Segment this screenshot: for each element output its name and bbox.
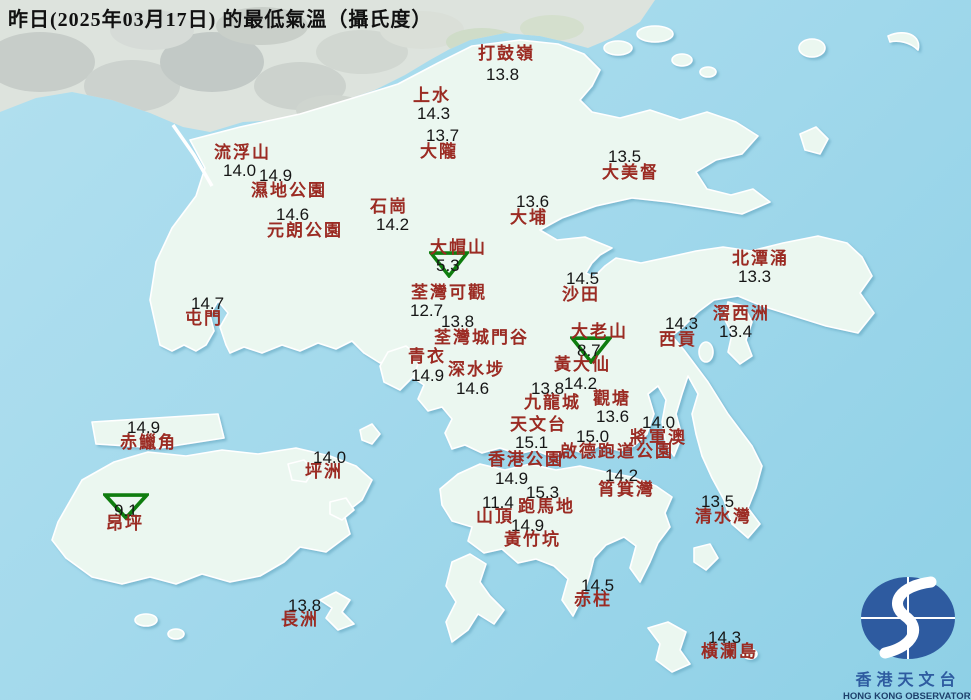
station-name: 滘西洲 [713,304,770,323]
islet [134,613,158,627]
page-title: 昨日(2025年03月17日) 的最低氣溫（攝氏度） [8,9,433,31]
station-name: 筲箕灣 [598,480,655,499]
station-value: 14.9 [495,469,529,488]
sharp-island [698,341,714,363]
station-name: 深水埗 [448,360,505,379]
islet [699,66,717,78]
station-name: 石崗 [370,197,408,216]
tung-lung-island [693,543,719,571]
station-name: 觀塘 [593,389,631,408]
station-name: 山頂 [476,507,514,526]
station-name: 天文台 [510,415,567,434]
station-name: 清水灣 [695,507,752,526]
station-value: 14.2 [376,215,410,234]
po-toi-island [647,621,691,673]
station-name: 黃大仙 [554,355,611,374]
min-temp-map: 昨日(2025年03月17日) 的最低氣溫（攝氏度） 13.8 打鼓嶺 14.3 上水… [0,0,971,700]
islet [636,25,674,43]
station-name: 元朗公園 [267,221,343,240]
grass-island [798,38,826,58]
hko-logo-name-en: HONG KONG OBSERVATORY [843,691,971,700]
station-value: 14.0 [223,161,257,180]
station-name: 啟德跑道公園 [560,442,674,461]
lamma-island [445,553,505,643]
station-name: 北潭涌 [732,249,789,268]
tap-mun-island [799,126,829,155]
station-value: 13.8 [486,65,520,84]
station-name: 九龍城 [524,393,581,412]
station-name: 香港公園 [488,450,564,469]
station-name: 大老山 [571,322,628,341]
hko-logo-mark [861,576,955,659]
station-name: 大埔 [510,208,548,227]
station-name: 流浮山 [214,143,271,162]
station-name: 大美督 [602,163,659,182]
station-name: 青衣 [408,347,446,366]
islet [671,53,693,67]
station-name: 荃灣城門谷 [434,328,529,347]
station-name: 跑馬地 [518,497,575,516]
station-value: 13.3 [738,267,772,286]
station-value: 12.7 [410,301,444,320]
islet [603,40,633,56]
station-value: 5.3 [436,256,460,275]
station-value: 15.1 [515,433,549,452]
station-name: 打鼓嶺 [478,44,535,63]
station-value: 13.6 [596,407,630,426]
station-name: 大帽山 [430,238,487,257]
station-name: 濕地公園 [251,181,327,200]
ma-wan-island [359,423,381,445]
station-value: 14.6 [456,379,490,398]
station-name: 長洲 [281,610,319,629]
station-name: 沙田 [562,285,600,304]
hko-logo: 香港天文台 HONG KONG OBSERVATORY [843,572,971,700]
hko-logo-name-zh: 香港天文台 [855,672,961,689]
station-name: 赤柱 [574,590,612,609]
station-name: 昂坪 [106,514,144,533]
station-name: 大隴 [420,142,458,161]
station-name: 屯門 [185,309,223,328]
station-name: 橫瀾島 [701,642,758,661]
station-value: 14.3 [417,104,451,123]
station-name: 黃竹坑 [504,530,561,549]
station-value: 14.9 [411,366,445,385]
station-name: 上水 [413,86,451,105]
station-name: 荃灣可觀 [411,283,487,302]
islet [167,628,185,640]
station-value: 13.4 [719,322,753,341]
hong-kong-basemap [0,0,920,673]
station-name: 西貢 [659,330,697,349]
station-name: 坪洲 [305,462,343,481]
ping-chau-island [887,32,920,51]
station-name: 赤鱲角 [120,433,177,452]
cheung-chau-island [319,591,355,631]
